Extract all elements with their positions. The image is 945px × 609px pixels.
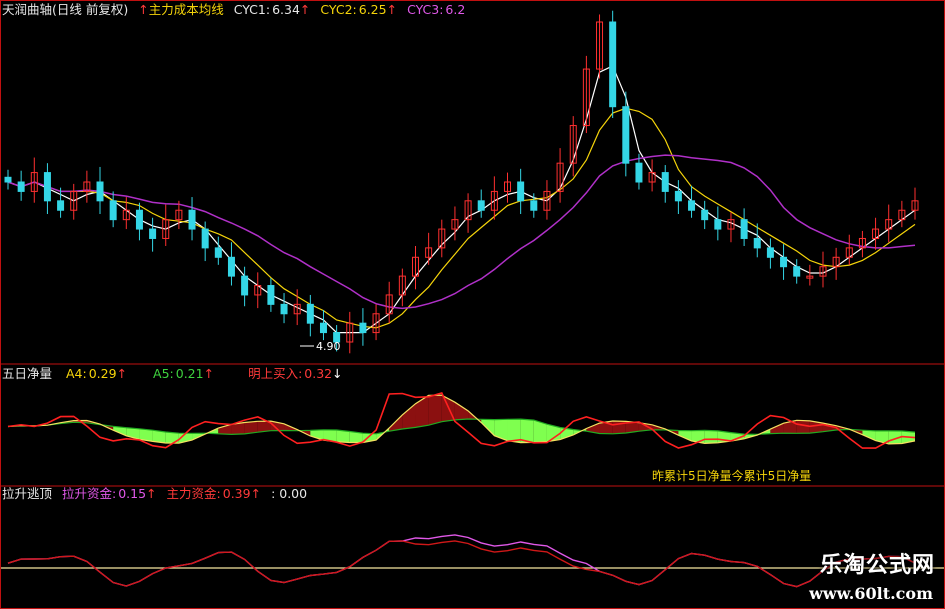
candle-down xyxy=(227,256,235,277)
candle-down xyxy=(530,200,538,211)
candle-down xyxy=(740,219,748,239)
lift-value: 0.15 xyxy=(118,486,147,501)
main-fund-up-arrow-icon: ↑ xyxy=(250,486,262,501)
cyc1-value: 6.34 xyxy=(272,2,300,17)
candle-down xyxy=(96,181,104,202)
cyc3-label: CYC3: xyxy=(407,2,444,17)
candle-down xyxy=(674,190,682,202)
candle-down xyxy=(319,322,327,334)
candle-down xyxy=(477,200,485,211)
extra-value: : 0.00 xyxy=(271,486,308,501)
candle-down xyxy=(109,200,117,221)
cyc3-value: 6.2 xyxy=(445,2,466,17)
chart-frame xyxy=(0,0,945,609)
a4-value: 0.29 xyxy=(88,366,117,381)
candle-down xyxy=(622,106,630,164)
candle-down xyxy=(201,228,209,249)
candle-down xyxy=(635,162,643,183)
cyc1-label: CYC1: xyxy=(233,2,271,17)
buy-label: 明上买入: xyxy=(248,366,303,381)
cyc1-up-arrow-icon: ↑ xyxy=(299,2,311,17)
candle-down xyxy=(609,21,617,108)
net-volume-positive-area xyxy=(796,420,810,434)
buy-down-arrow-icon: ↓ xyxy=(332,366,343,381)
candle-down xyxy=(214,247,222,258)
candle-down xyxy=(17,181,25,192)
net-volume-negative-area xyxy=(520,419,534,443)
candle-down xyxy=(4,176,12,183)
candle-down xyxy=(241,275,249,296)
candle-down xyxy=(280,303,288,315)
lift-up-arrow-icon: ↑ xyxy=(146,486,157,501)
net-volume-positive-area xyxy=(428,395,442,426)
candle-down xyxy=(517,181,525,202)
candle-down xyxy=(766,247,774,258)
a5-label: A5: xyxy=(153,366,174,381)
candle-down xyxy=(359,322,367,334)
panel3-title: 拉升逃顶 xyxy=(2,486,53,501)
candle-down xyxy=(780,256,788,268)
candle-down xyxy=(753,237,761,249)
a4-label: A4: xyxy=(66,366,87,381)
watermark-url: www.60lt.com xyxy=(809,584,933,603)
panel2-title: 五日净量 xyxy=(2,366,53,381)
a5-value: 0.21 xyxy=(175,366,204,381)
candle-down xyxy=(149,228,157,239)
a5-up-arrow-icon: ↑ xyxy=(203,366,215,381)
net-volume-annotation: 昨累计5日净量今累计5日净量 xyxy=(652,469,812,483)
chart-stage: 4.90 天润曲轴(日线 前复权) ↑主力成本均线 CYC1: 6.34↑ CYC… xyxy=(0,0,945,609)
net-volume-positive-area xyxy=(454,402,469,420)
candle-down xyxy=(43,172,51,202)
indicator-name: 主力成本均线 xyxy=(148,2,224,17)
candle-down xyxy=(688,200,696,211)
candle-down xyxy=(701,209,709,221)
period-label: (日线 前复权) xyxy=(52,2,129,17)
panel3-header: 拉升逃顶 拉升资金: 0.15↑ 主力资金: 0.39↑ : 0.00 xyxy=(2,486,313,502)
candle-down xyxy=(267,285,275,305)
candle-down xyxy=(57,200,65,211)
cyc2-label: CYC2: xyxy=(320,2,357,17)
a4-up-arrow-icon: ↑ xyxy=(116,366,128,381)
candle-down xyxy=(306,303,314,324)
stock-title: 天润曲轴 xyxy=(2,2,53,17)
candle-down xyxy=(188,209,196,230)
up-arrow-icon: ↑ xyxy=(138,2,149,17)
main-fund-line xyxy=(7,540,916,588)
panel1-header: 天润曲轴(日线 前复权) ↑主力成本均线 CYC1: 6.34↑ CYC2: 6.2… xyxy=(2,2,471,18)
buy-value: 0.32 xyxy=(304,366,333,381)
candle-down xyxy=(793,266,801,277)
net-volume-negative-area xyxy=(704,430,718,444)
main-fund-label: 主力资金: xyxy=(166,486,221,501)
candle-down xyxy=(135,209,143,230)
main-fund-value: 0.39 xyxy=(222,486,251,501)
cyc1-line xyxy=(7,65,916,334)
cyc2-up-arrow-icon: ↑ xyxy=(386,2,398,17)
lift-label: 拉升资金: xyxy=(62,486,117,501)
panel2-header: 五日净量 A4: 0.29↑ A5: 0.21↑ 明上买入: 0.32↓ xyxy=(2,366,349,382)
chart-canvas: 4.90 xyxy=(0,0,945,609)
cyc2-line xyxy=(7,107,916,329)
candle-down xyxy=(661,172,669,192)
cyc2-value: 6.25 xyxy=(358,2,387,17)
cyc3-line xyxy=(7,154,916,310)
candle-down xyxy=(714,219,722,230)
net-volume-negative-area xyxy=(507,419,521,443)
low-price-label: 4.90 xyxy=(316,340,341,353)
watermark-title: 乐淘公式网 xyxy=(819,553,935,578)
net-volume-positive-area xyxy=(402,403,416,430)
net-volume-negative-area xyxy=(494,419,508,441)
